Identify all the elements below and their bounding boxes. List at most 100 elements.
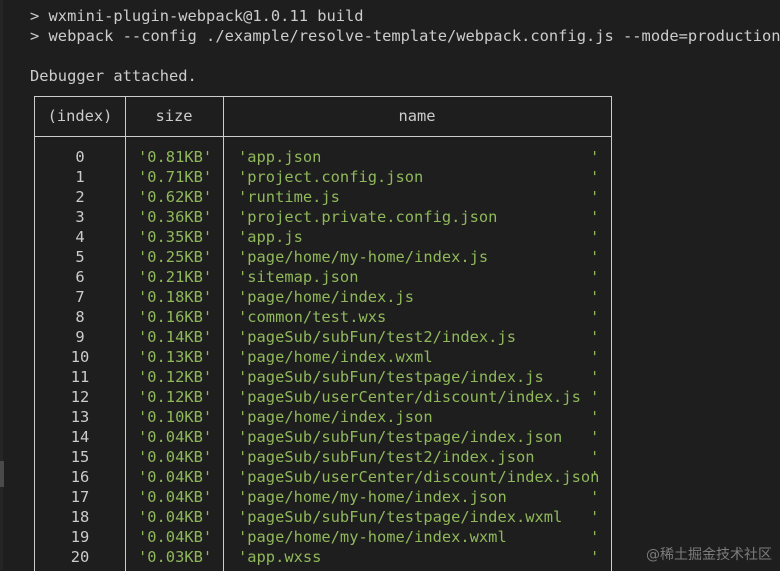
row-index: 19 xyxy=(70,528,90,546)
row-index: 10 xyxy=(70,348,90,366)
row-closing-quote: ' xyxy=(590,428,600,446)
row-closing-quote: ' xyxy=(590,268,600,286)
row-name: 'pageSub/subFun/testpage/index.wxml xyxy=(238,508,563,526)
row-closing-quote: ' xyxy=(590,188,600,206)
row-size: '0.81KB' xyxy=(138,148,213,166)
row-size: '0.71KB' xyxy=(138,168,213,186)
row-closing-quote: ' xyxy=(590,448,600,466)
table-row: 15 '0.04KB' 'pageSub/subFun/test2/index.js… xyxy=(35,447,611,467)
row-closing-quote: ' xyxy=(590,168,600,186)
row-size: '0.03KB' xyxy=(138,548,213,566)
row-index: 14 xyxy=(70,428,90,446)
row-name: 'page/home/index.json xyxy=(238,408,433,426)
row-size: '0.04KB' xyxy=(138,448,213,466)
row-name: 'project.private.config.json xyxy=(238,208,498,226)
row-size: '0.12KB' xyxy=(138,388,213,406)
row-index: 3 xyxy=(75,208,85,226)
row-closing-quote: ' xyxy=(590,348,600,366)
row-name: 'app.js xyxy=(238,228,303,246)
row-size: '0.04KB' xyxy=(138,488,213,506)
header-divider xyxy=(35,136,611,137)
table-row: 18 '0.04KB' 'pageSub/subFun/testpage/index… xyxy=(35,507,611,527)
row-index: 11 xyxy=(70,368,90,386)
row-name: 'pageSub/subFun/testpage/index.js xyxy=(238,368,544,386)
row-closing-quote: ' xyxy=(590,508,600,526)
debugger-attached-message: Debugger attached. xyxy=(30,67,197,85)
table-row: 16 '0.04KB' 'pageSub/userCenter/discount/i… xyxy=(35,467,611,487)
row-index: 4 xyxy=(75,228,85,246)
table-row: 4 '0.35KB' 'app.js ' xyxy=(35,227,611,247)
row-index: 7 xyxy=(75,288,85,306)
row-size: '0.04KB' xyxy=(138,428,213,446)
console-table: (index) size name 0'0.81KB''app.json ' 1'0… xyxy=(34,96,612,571)
row-size: '0.21KB' xyxy=(138,268,213,286)
table-row: 7 '0.18KB' 'page/home/index.js ' xyxy=(35,287,611,307)
row-size: '0.12KB' xyxy=(138,368,213,386)
table-row: 10 '0.13KB' 'page/home/index.wxml ' xyxy=(35,347,611,367)
row-closing-quote: ' xyxy=(590,468,600,486)
row-name: 'app.wxss xyxy=(238,548,322,566)
row-index: 18 xyxy=(70,508,90,526)
row-size: '0.36KB' xyxy=(138,208,213,226)
table-row: 2 '0.62KB' 'runtime.js ' xyxy=(35,187,611,207)
row-closing-quote: ' xyxy=(590,548,600,566)
table-row: 13 '0.10KB' 'page/home/index.json ' xyxy=(35,407,611,427)
row-name: 'page/home/my-home/index.wxml xyxy=(238,528,507,546)
scrollbar-marker[interactable] xyxy=(0,461,4,487)
row-size: '0.18KB' xyxy=(138,288,213,306)
row-closing-quote: ' xyxy=(590,288,600,306)
row-index: 2 xyxy=(75,188,85,206)
header-size: size xyxy=(155,107,193,125)
row-index: 8 xyxy=(75,308,85,326)
row-name: 'pageSub/subFun/test2/index.js xyxy=(238,328,516,346)
table-row: 5 '0.25KB' 'page/home/my-home/index.js ' xyxy=(35,247,611,267)
table-row: 14 '0.04KB' 'pageSub/subFun/testpage/index… xyxy=(35,427,611,447)
row-size: '0.10KB' xyxy=(138,408,213,426)
row-name: 'page/home/index.wxml xyxy=(238,348,433,366)
row-name: 'page/home/index.js xyxy=(238,288,415,306)
row-closing-quote: ' xyxy=(590,148,600,166)
row-size: '0.14KB' xyxy=(138,328,213,346)
row-index: 9 xyxy=(75,328,85,346)
table-body: 0 '0.81KB' 'app.json ' 1 '0.71KB' 'project.con… xyxy=(35,147,611,567)
row-name: 'pageSub/subFun/test2/index.json xyxy=(238,448,535,466)
row-size: '0.35KB' xyxy=(138,228,213,246)
row-index: 12 xyxy=(70,388,90,406)
table-row: 11 '0.12KB' 'pageSub/subFun/testpage/index… xyxy=(35,367,611,387)
watermark: @稀土掘金技术社区 xyxy=(646,547,772,563)
row-size: '0.62KB' xyxy=(138,188,213,206)
row-size: '0.16KB' xyxy=(138,308,213,326)
row-index: 5 xyxy=(75,248,85,266)
table-row: 20 '0.03KB' 'app.wxss ' xyxy=(35,547,611,567)
command-line-build: > wxmini-plugin-webpack@1.0.11 build xyxy=(30,7,364,25)
row-size: '0.04KB' xyxy=(138,508,213,526)
table-row: 6 '0.21KB' 'sitemap.json ' xyxy=(35,267,611,287)
row-index: 17 xyxy=(70,488,90,506)
header-name: name xyxy=(398,107,436,125)
row-name: 'page/home/my-home/index.json xyxy=(238,488,507,506)
row-closing-quote: ' xyxy=(590,308,600,326)
row-index: 1 xyxy=(75,168,85,186)
row-name: 'sitemap.json xyxy=(238,268,359,286)
table-row: 12 '0.12KB' 'pageSub/userCenter/discount/i… xyxy=(35,387,611,407)
row-closing-quote: ' xyxy=(590,328,600,346)
row-name: 'pageSub/userCenter/discount/index.json xyxy=(238,468,600,486)
row-name: 'pageSub/userCenter/discount/index.js xyxy=(238,388,581,406)
row-index: 16 xyxy=(70,468,90,486)
row-closing-quote: ' xyxy=(590,248,600,266)
row-size: '0.04KB' xyxy=(138,528,213,546)
row-index: 20 xyxy=(70,548,90,566)
row-name: 'page/home/my-home/index.js xyxy=(238,248,489,266)
row-closing-quote: ' xyxy=(590,228,600,246)
row-size: '0.04KB' xyxy=(138,468,213,486)
table-row: 1 '0.71KB' 'project.config.json ' xyxy=(35,167,611,187)
row-size: '0.25KB' xyxy=(138,248,213,266)
row-closing-quote: ' xyxy=(590,528,600,546)
row-index: 6 xyxy=(75,268,85,286)
table-row: 19 '0.04KB' 'page/home/my-home/index.wxml ' xyxy=(35,527,611,547)
header-index: (index) xyxy=(47,107,113,125)
row-closing-quote: ' xyxy=(590,408,600,426)
table-row: 3 '0.36KB' 'project.private.config.json ' xyxy=(35,207,611,227)
table-row: 8 '0.16KB' 'common/test.wxs ' xyxy=(35,307,611,327)
row-index: 15 xyxy=(70,448,90,466)
